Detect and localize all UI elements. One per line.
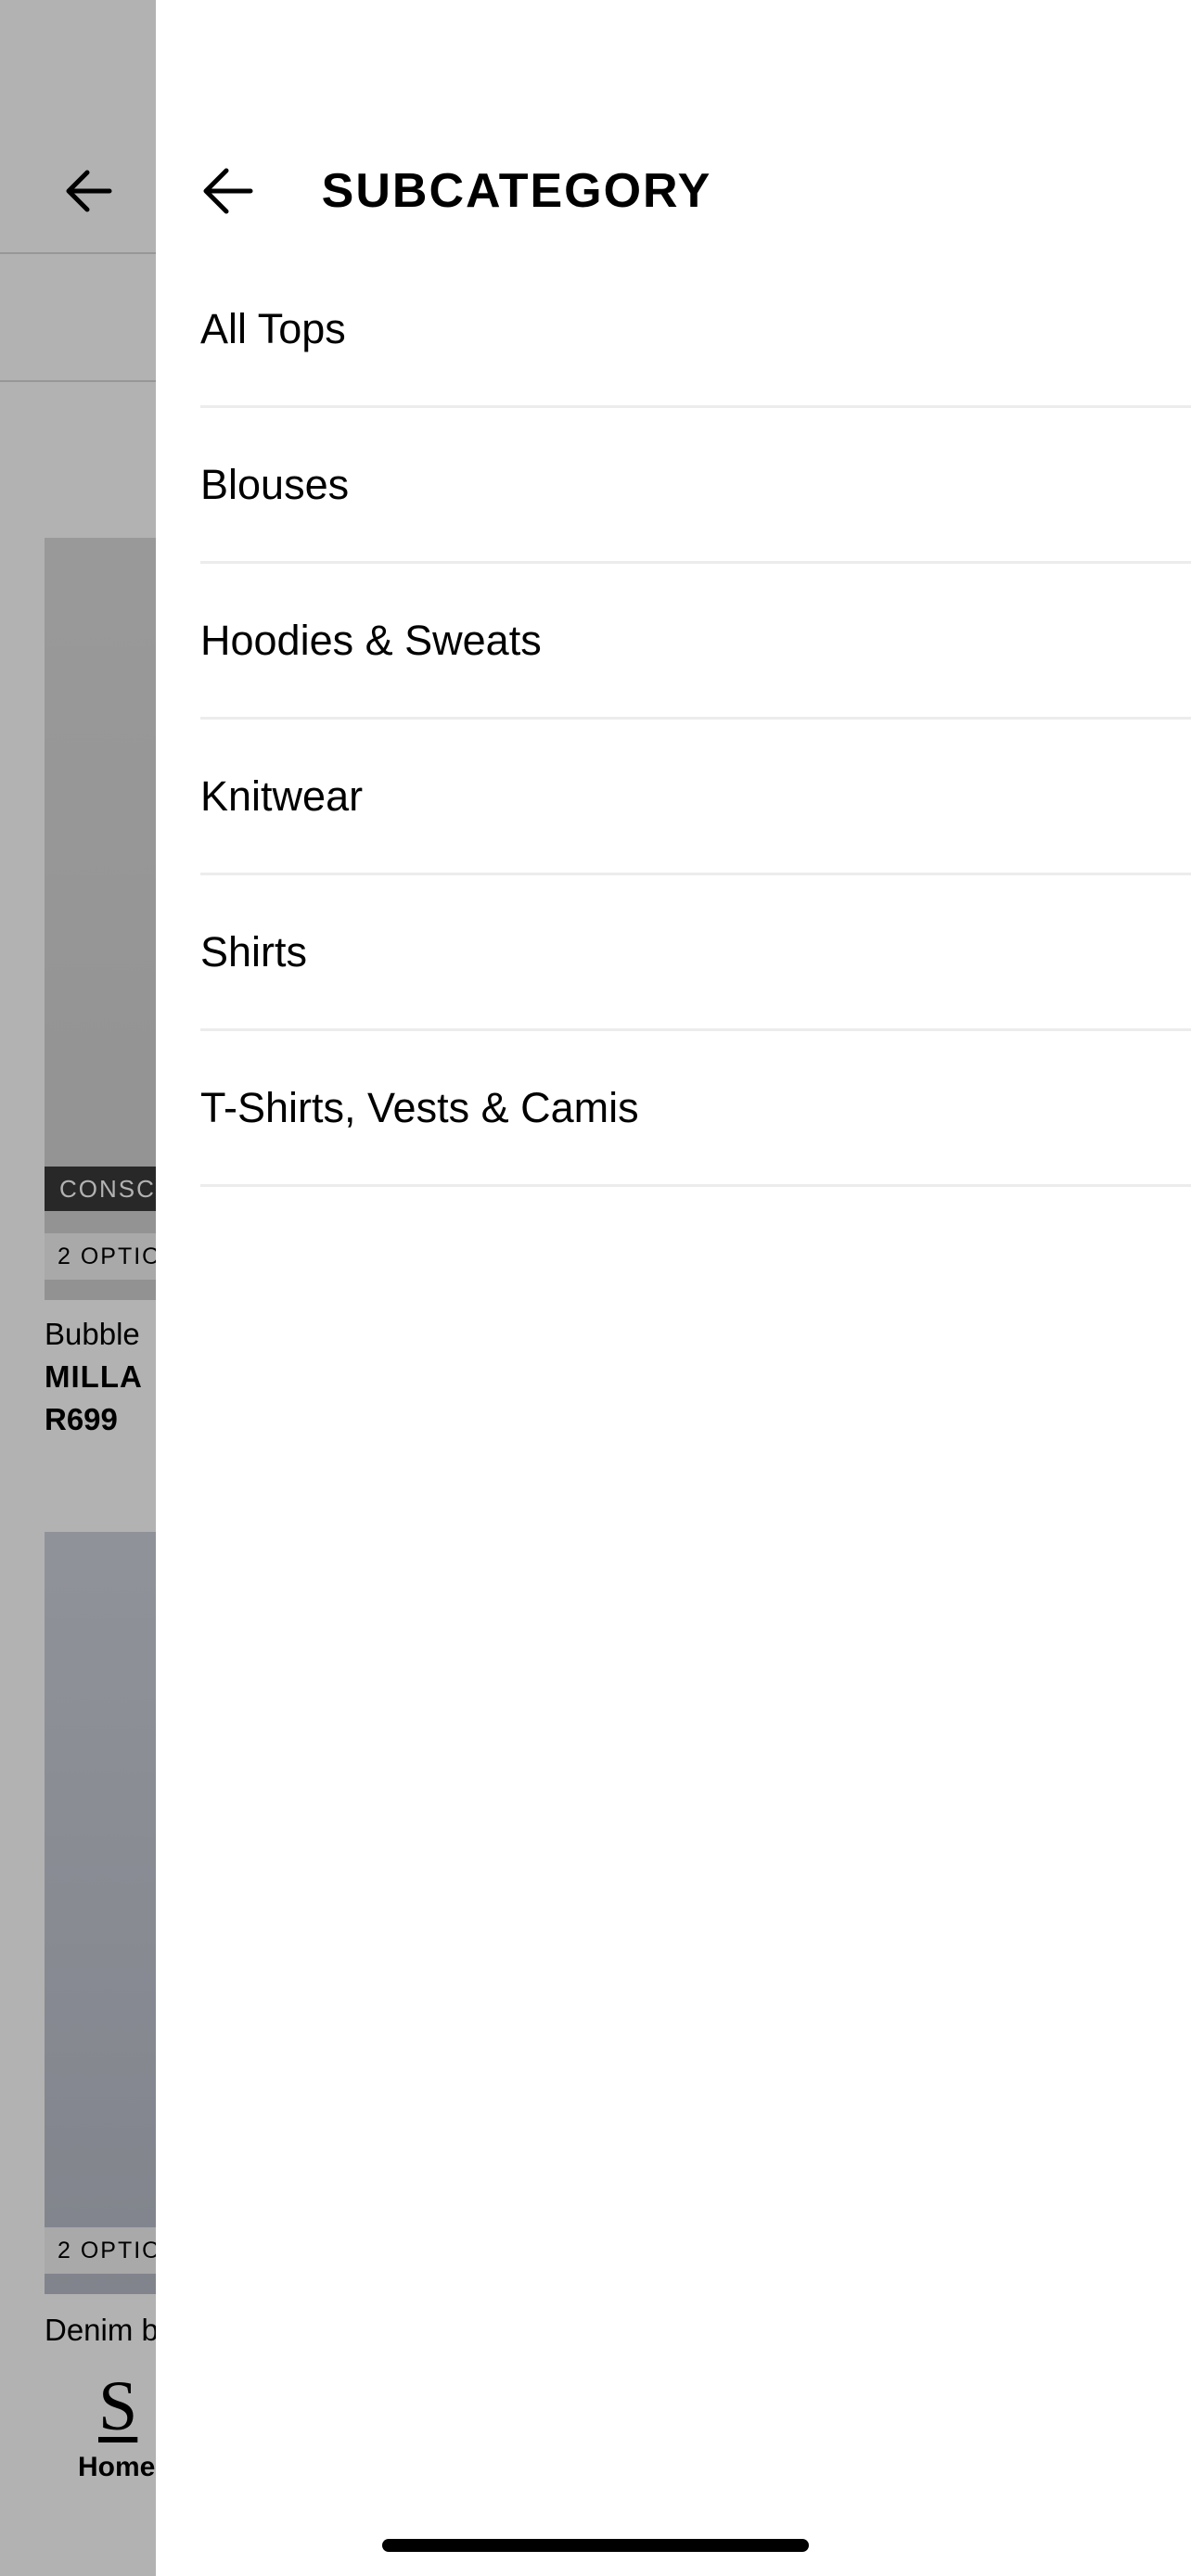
home-indicator [382,2539,809,2552]
subcategory-item-knitwear[interactable]: Knitwear [200,720,1191,875]
subcategory-item-shirts[interactable]: Shirts [200,875,1191,1031]
subcategory-item-all-tops[interactable]: All Tops [200,252,1191,408]
drawer-title-text: SUBCATEGORY [321,164,712,218]
subcategory-list: All Tops Blouses Hoodies & Sweats Knitwe… [200,252,1191,1187]
drawer-title: SUBCATEGORY [156,158,1191,224]
subcategory-item-hoodies-sweats[interactable]: Hoodies & Sweats [200,564,1191,720]
subcategory-drawer: SUBCATEGORY All Tops Blouses Hoodies & S… [156,0,1191,2576]
subcategory-item-blouses[interactable]: Blouses [200,408,1191,564]
subcategory-item-tshirts-vests-camis[interactable]: T-Shirts, Vests & Camis [200,1031,1191,1187]
